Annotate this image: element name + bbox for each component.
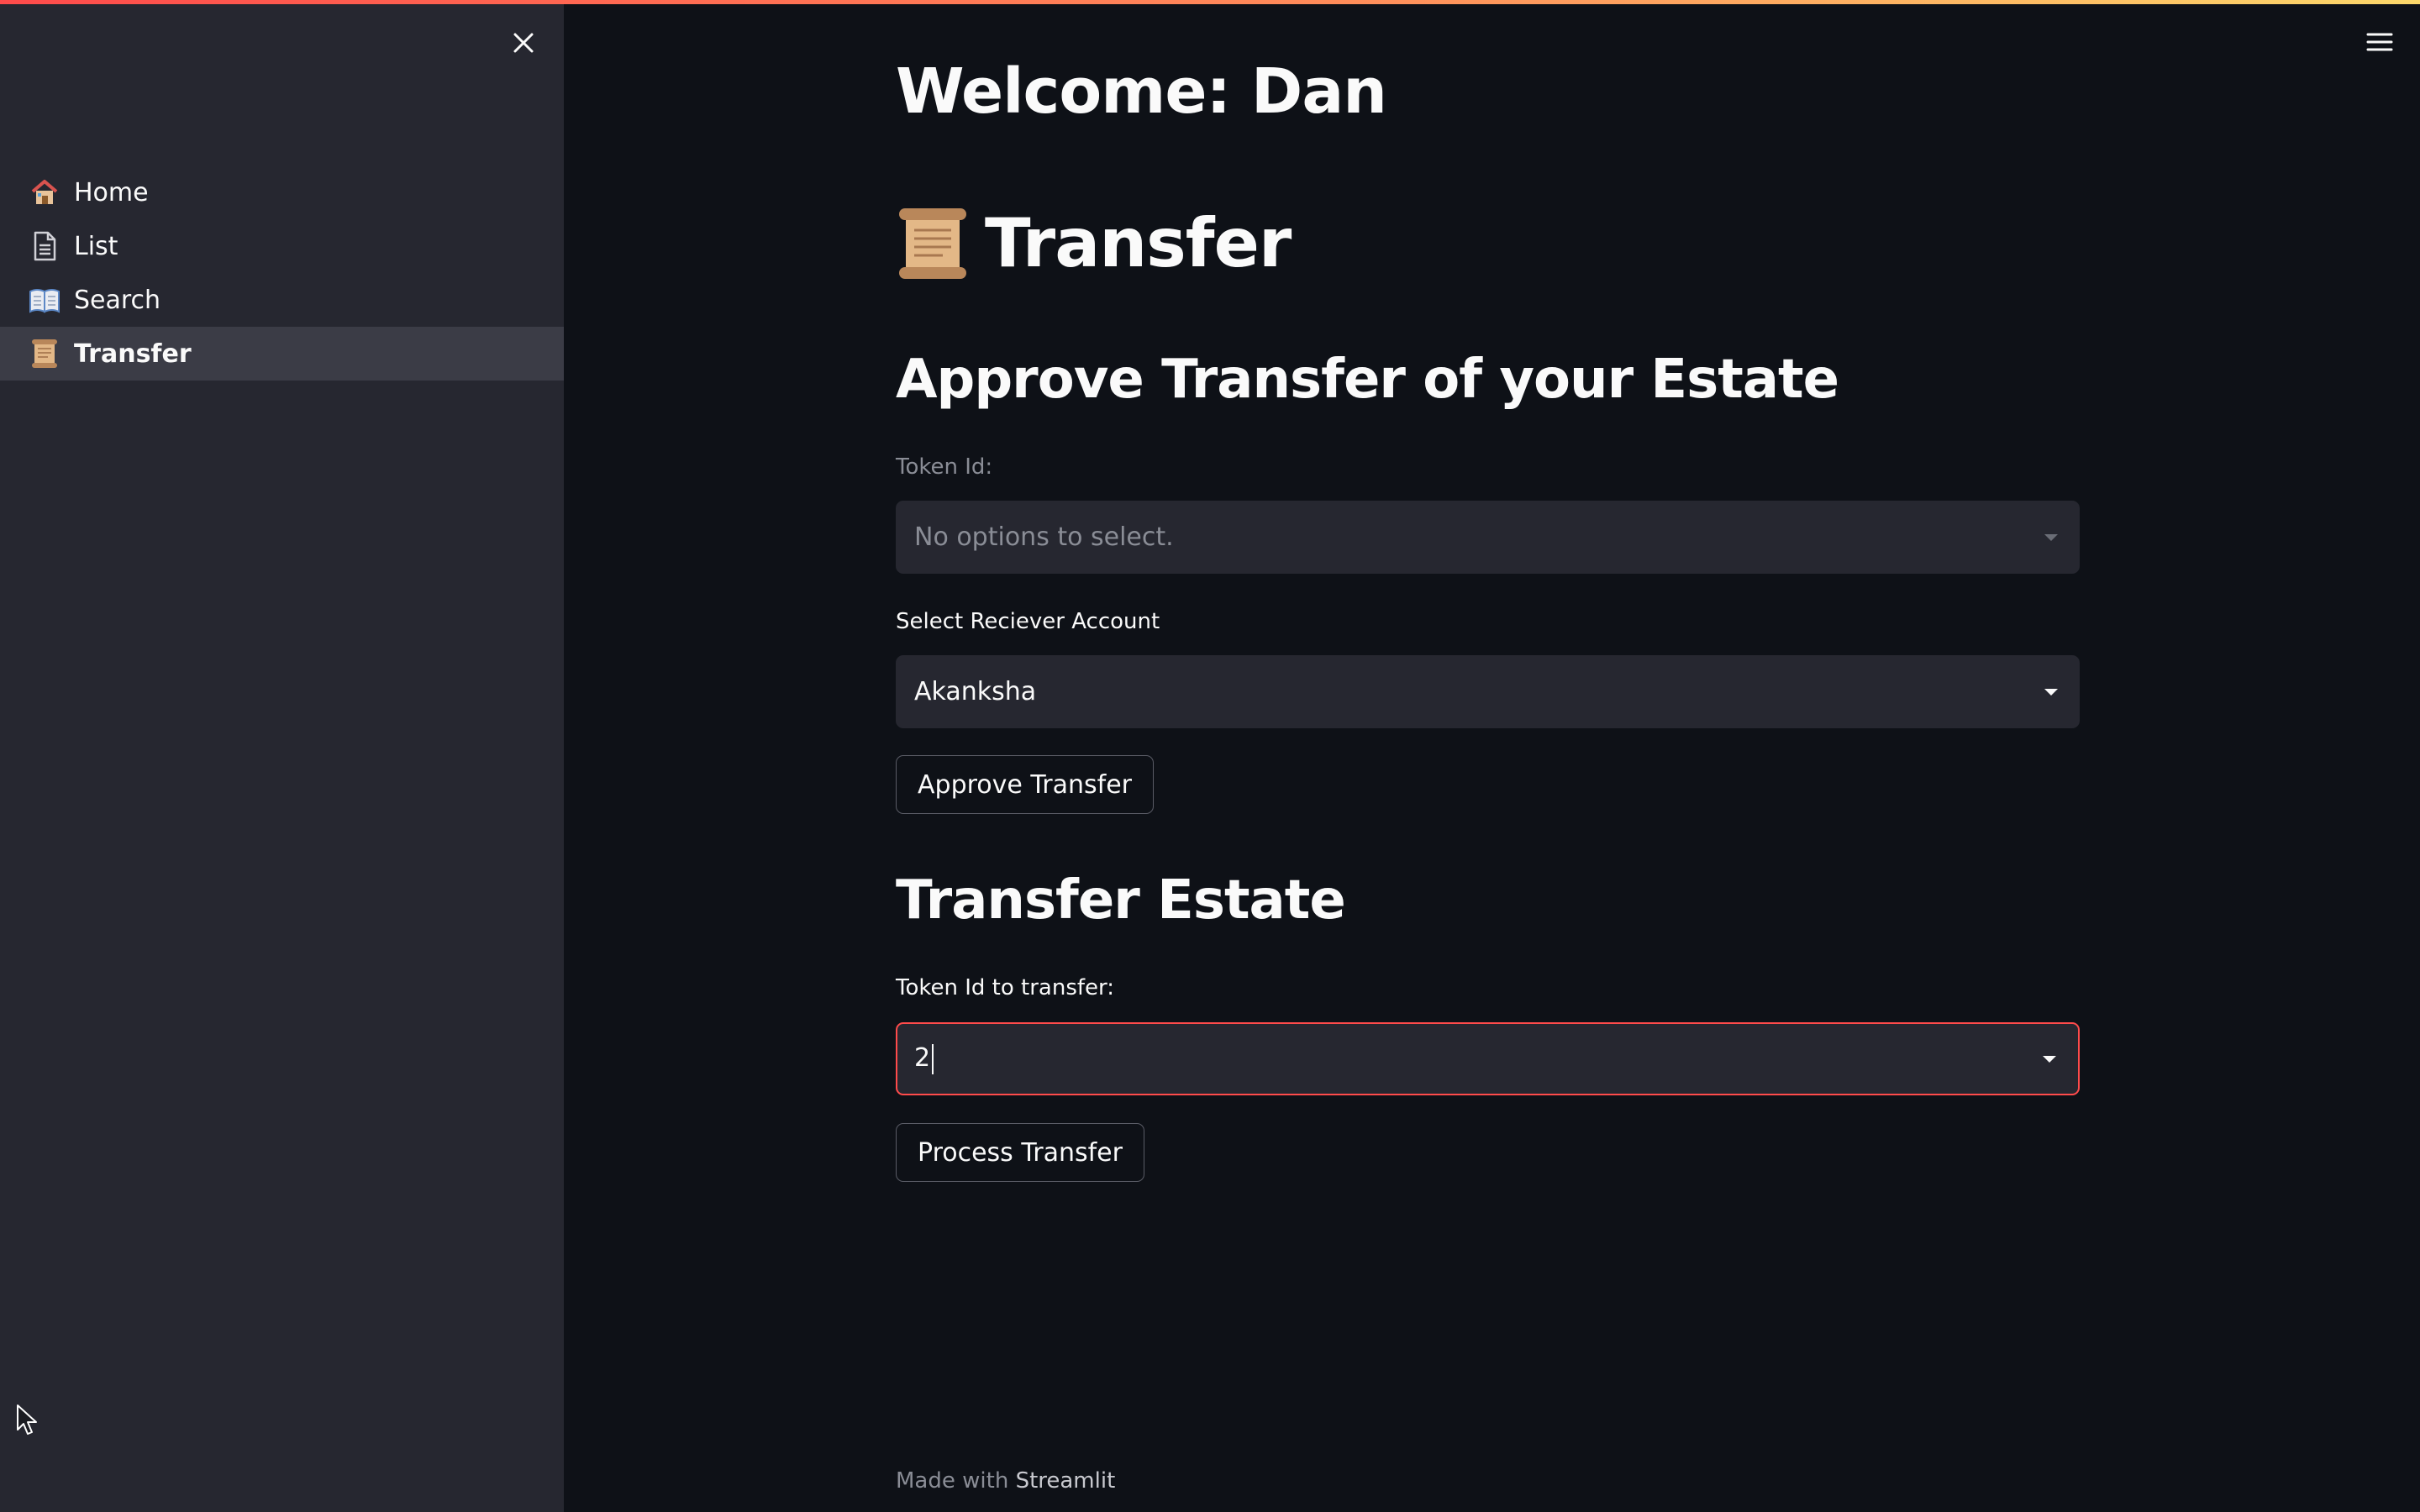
sidebar-item-label: List [74,231,118,261]
token-id-transfer-select[interactable]: 2 [896,1022,2080,1095]
page-title-text: Transfer [985,204,1292,282]
approve-section-heading: Approve Transfer of your Estate [896,349,1839,411]
receiver-account-value: Akanksha [914,677,1037,706]
token-id-placeholder: No options to select. [914,522,1174,552]
receiver-account-label: Select Reciever Account [896,609,1160,634]
sidebar-item-transfer[interactable]: Transfer [0,327,564,381]
top-decoration-bar [0,0,2420,4]
document-icon [29,229,60,263]
sidebar-item-label: Home [74,177,149,207]
token-id-transfer-label: Token Id to transfer: [896,975,1115,1000]
token-id-transfer-input[interactable]: 2 [914,1043,2078,1074]
chevron-down-icon [2044,533,2058,541]
text-cursor [932,1043,934,1074]
sidebar-nav: Home List Search Transfer [0,165,564,381]
hamburger-menu-icon [2366,33,2393,51]
sidebar-item-list[interactable]: List [0,219,564,273]
footer: Made with Streamlit [896,1468,1115,1494]
receiver-account-select[interactable]: Akanksha [896,655,2080,728]
sidebar-item-label: Search [74,285,161,315]
process-transfer-button[interactable]: Process Transfer [896,1123,1144,1182]
transfer-estate-heading: Transfer Estate [896,869,1346,932]
chevron-down-icon [2043,1055,2056,1063]
footer-prefix: Made with [896,1468,1009,1494]
scroll-icon [29,337,60,370]
close-icon [513,33,534,53]
token-id-transfer-value: 2 [914,1043,931,1074]
token-id-label: Token Id: [896,454,993,480]
open-book-icon [29,283,60,317]
sidebar-item-search[interactable]: Search [0,273,564,327]
main-menu-button[interactable] [2363,25,2396,59]
sidebar-item-label: Transfer [74,339,192,369]
mouse-pointer-icon [17,1404,37,1435]
streamlit-link[interactable]: Streamlit [1016,1468,1116,1494]
page-title: Transfer [896,204,1292,282]
close-sidebar-button[interactable] [508,27,539,59]
welcome-heading: Welcome: Dan [896,55,1387,128]
sidebar: Home List Search Transfer [0,0,564,1512]
token-id-select: No options to select. [896,501,2080,574]
scroll-icon [899,207,966,279]
approve-transfer-button[interactable]: Approve Transfer [896,755,1155,814]
chevron-down-icon [2044,688,2058,696]
sidebar-item-home[interactable]: Home [0,165,564,219]
house-icon [29,176,60,209]
